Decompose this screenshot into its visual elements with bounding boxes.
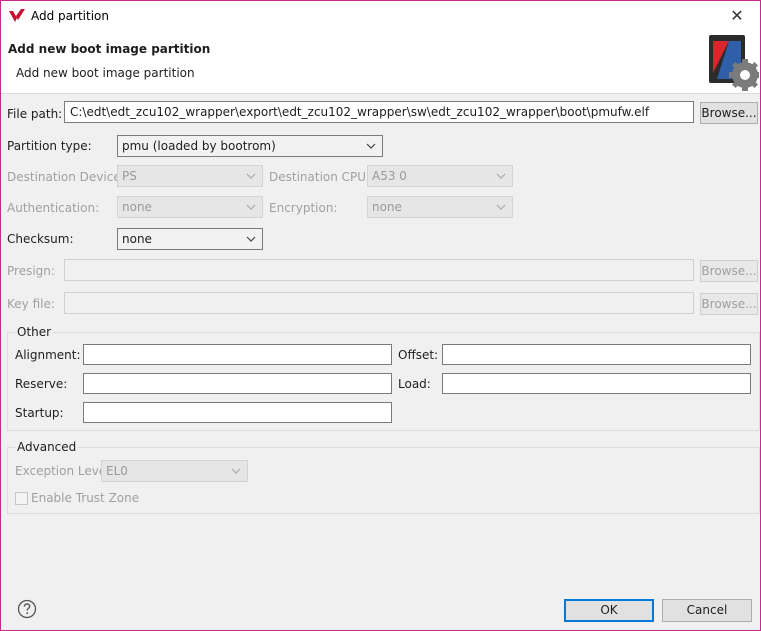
offset-label: Offset: — [398, 348, 439, 362]
partition-type-select[interactable]: pmu (loaded by bootrom) — [117, 135, 383, 157]
file-path-input[interactable]: C:\edt\edt_zcu102_wrapper\export\edt_zcu… — [64, 101, 694, 123]
question-circle-icon[interactable] — [17, 599, 37, 619]
ok-button[interactable]: OK — [564, 599, 654, 622]
header-subtitle: Add new boot image partition — [16, 66, 195, 80]
destination-cpu-label: Destination CPU: — [269, 170, 371, 184]
chevron-down-icon — [246, 173, 256, 179]
startup-input[interactable] — [83, 402, 392, 423]
exception-level-select[interactable]: EL0 — [101, 460, 248, 482]
title-bar: Add partition ✕ — [1, 1, 760, 31]
dialog-header: Add new boot image partition Add new boo… — [1, 31, 760, 94]
key-file-label: Key file: — [7, 297, 55, 311]
encryption-label: Encryption: — [269, 201, 338, 215]
key-file-input[interactable] — [64, 292, 694, 314]
destination-device-value: PS — [122, 169, 137, 183]
load-input[interactable] — [442, 373, 751, 394]
advanced-group-title: Advanced — [15, 440, 79, 454]
encryption-value: none — [372, 200, 402, 214]
chevron-down-icon — [231, 468, 241, 474]
file-path-browse-button[interactable]: Browse... — [700, 102, 758, 124]
exception-level-label: Exception Level — [15, 464, 110, 478]
destination-device-label: Destination Device: — [7, 170, 125, 184]
authentication-select[interactable]: none — [117, 196, 263, 218]
presign-label: Presign: — [7, 264, 55, 278]
reserve-input[interactable] — [83, 373, 392, 394]
close-button[interactable]: ✕ — [714, 1, 760, 31]
cancel-button[interactable]: Cancel — [662, 599, 752, 622]
exception-level-value: EL0 — [106, 464, 128, 478]
chevron-down-icon — [246, 236, 256, 242]
load-label: Load: — [398, 377, 431, 391]
alignment-input[interactable] — [83, 344, 392, 365]
vivado-logo-icon — [9, 9, 25, 22]
partition-type-label: Partition type: — [7, 139, 92, 153]
close-icon: ✕ — [730, 6, 744, 25]
startup-label: Startup: — [15, 406, 64, 420]
alignment-label: Alignment: — [15, 348, 81, 362]
trust-zone-checkbox[interactable] — [15, 492, 28, 505]
presign-browse-button[interactable]: Browse... — [700, 260, 758, 282]
encryption-select[interactable]: none — [367, 196, 513, 218]
authentication-label: Authentication: — [7, 201, 100, 215]
key-file-browse-button[interactable]: Browse... — [700, 293, 758, 315]
add-partition-dialog: Add partition ✕ Add new boot image parti… — [0, 0, 761, 631]
file-path-label: File path: — [7, 107, 63, 121]
trust-zone-label: Enable Trust Zone — [31, 491, 140, 505]
presign-input[interactable] — [64, 259, 694, 281]
checksum-label: Checksum: — [7, 232, 74, 246]
destination-cpu-select[interactable]: A53 0 — [367, 165, 513, 187]
window-title: Add partition — [31, 9, 109, 23]
destination-device-select[interactable]: PS — [117, 165, 263, 187]
checksum-select[interactable]: none — [117, 228, 263, 250]
checksum-value: none — [122, 232, 152, 246]
chevron-down-icon — [246, 204, 256, 210]
chevron-down-icon — [366, 143, 376, 149]
authentication-value: none — [122, 200, 152, 214]
partition-type-value: pmu (loaded by bootrom) — [122, 139, 276, 153]
chevron-down-icon — [496, 204, 506, 210]
reserve-label: Reserve: — [15, 377, 68, 391]
header-title: Add new boot image partition — [8, 42, 211, 56]
chevron-down-icon — [496, 173, 506, 179]
destination-cpu-value: A53 0 — [372, 169, 407, 183]
offset-input[interactable] — [442, 344, 751, 365]
other-group-title: Other — [15, 325, 54, 339]
boot-image-gear-icon — [709, 35, 759, 91]
